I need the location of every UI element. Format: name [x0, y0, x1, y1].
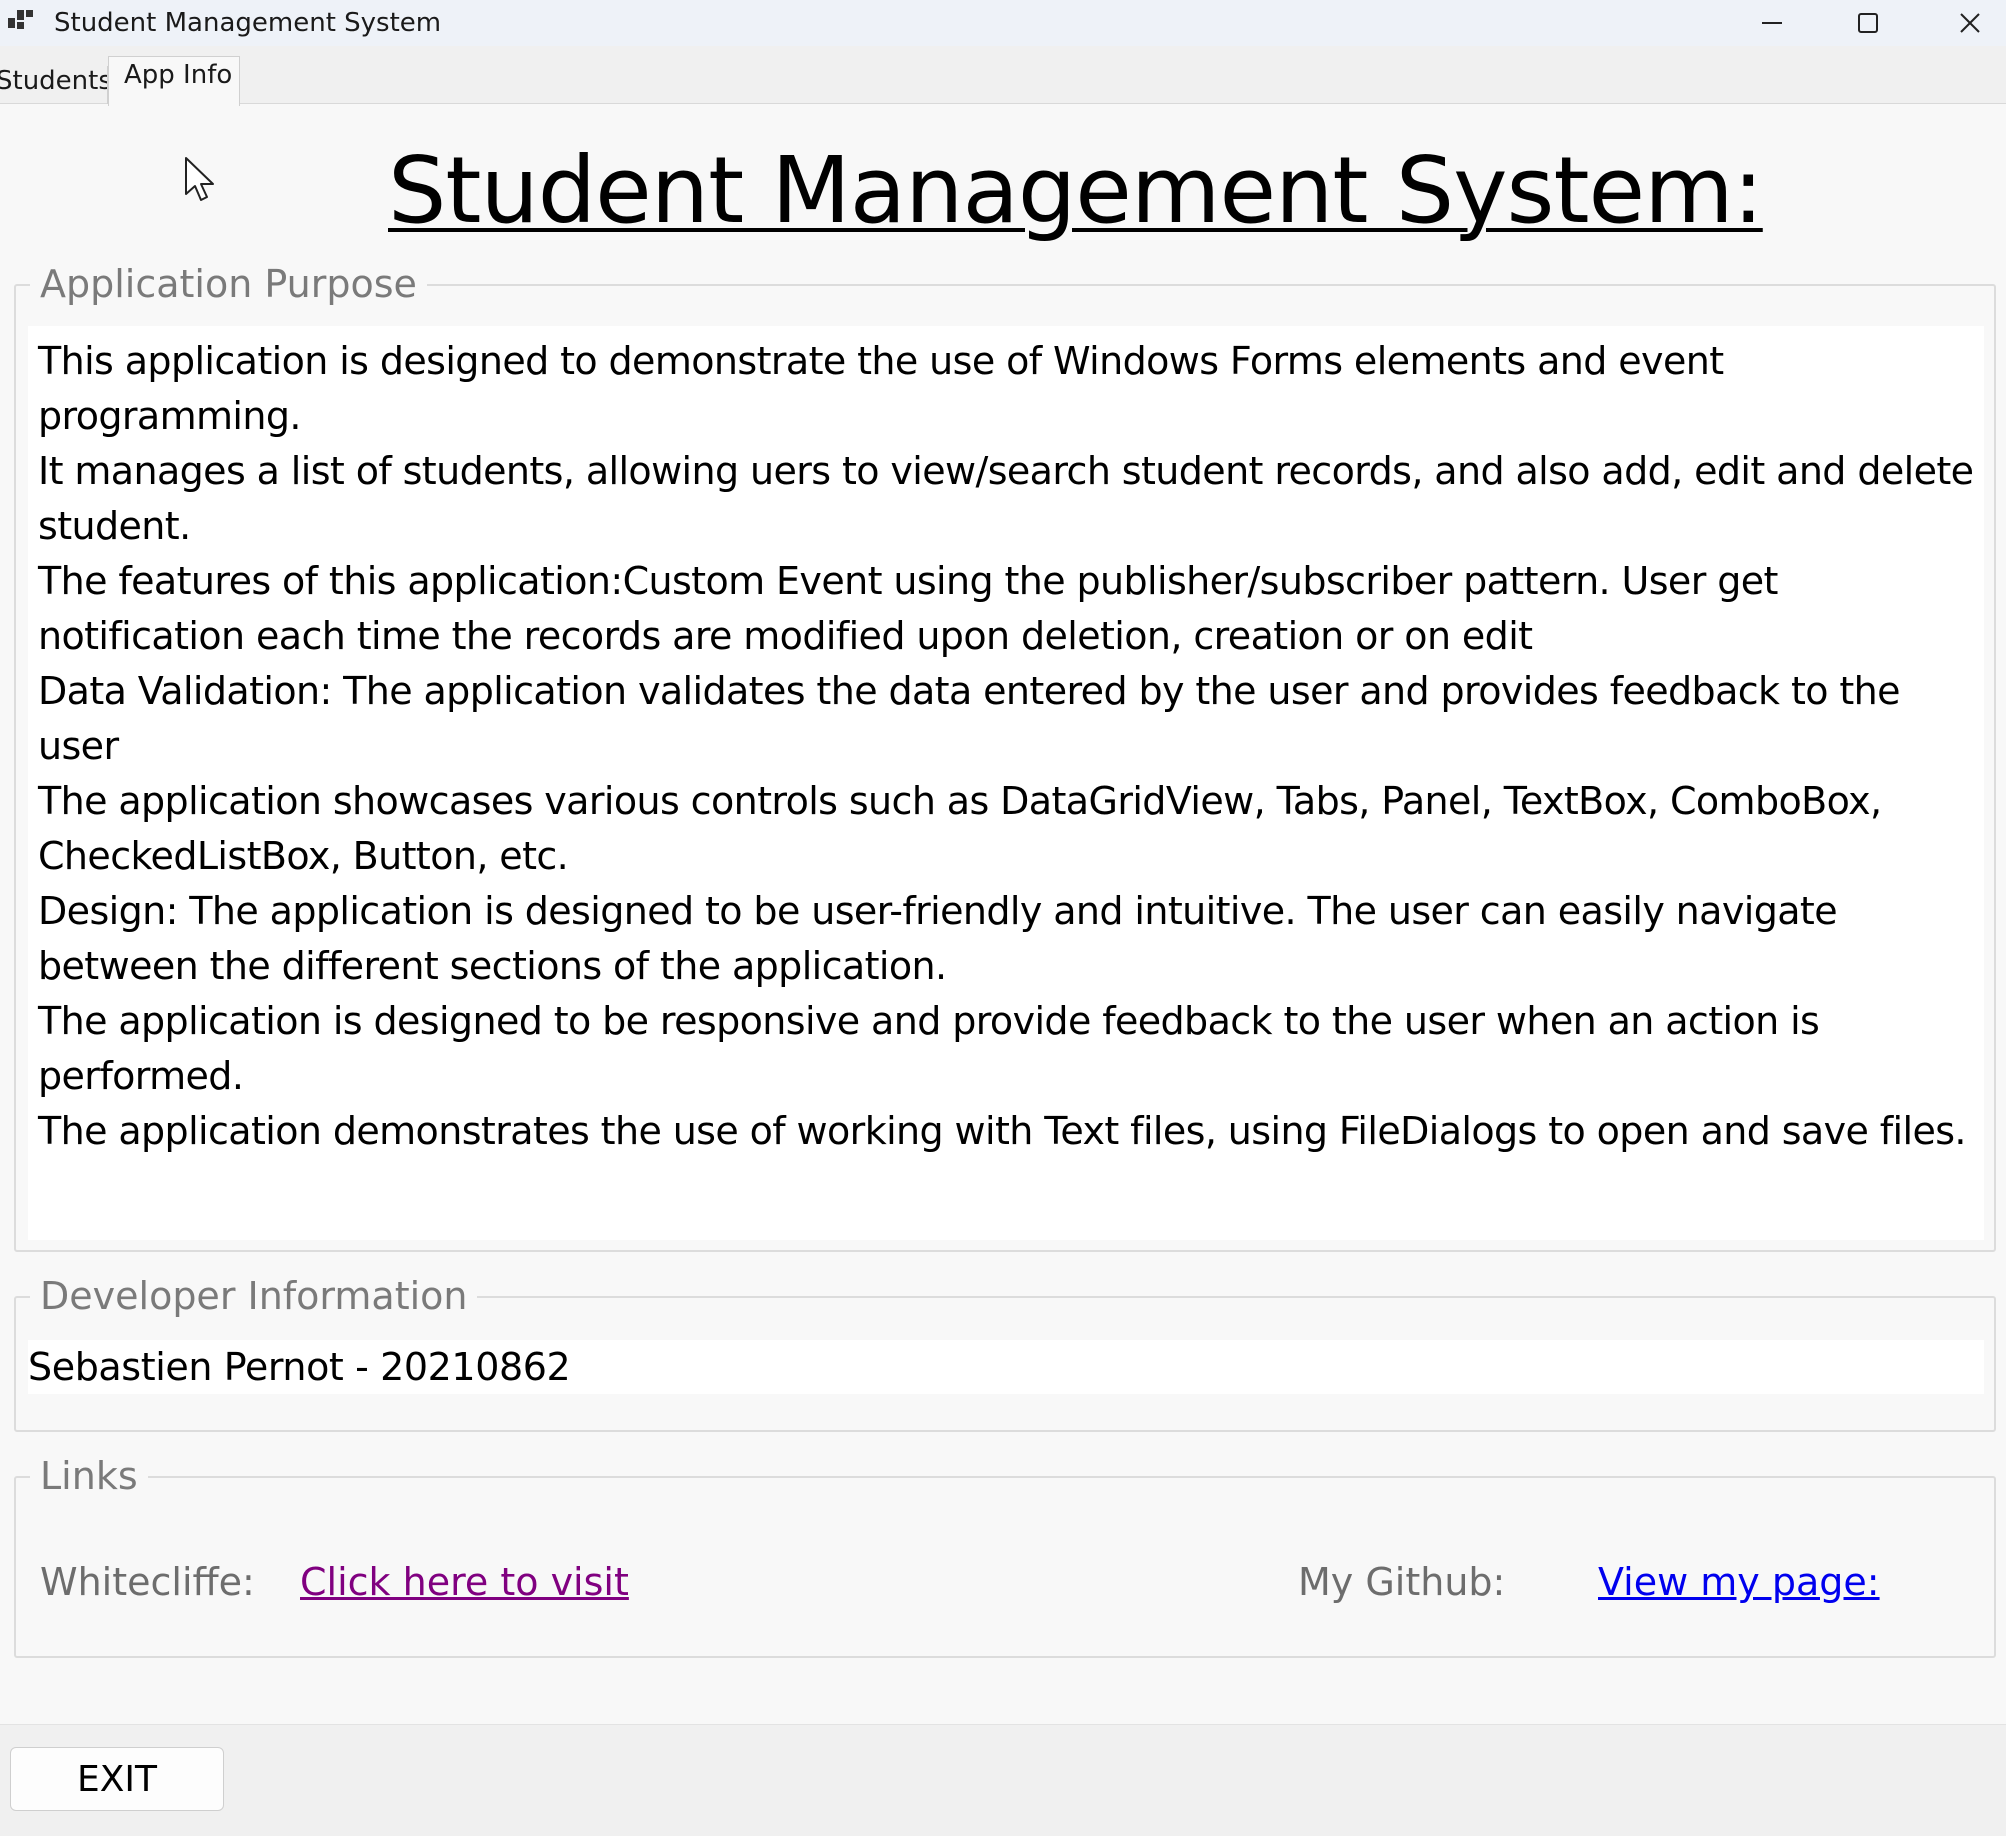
purpose-line: notification each time the records are m…	[38, 614, 1533, 658]
app-window: Student Management System Students App I…	[0, 0, 2006, 1836]
application-purpose-textbox[interactable]: This application is designed to demonstr…	[28, 326, 1984, 1240]
tab-students[interactable]: Students	[0, 66, 108, 104]
maximize-button[interactable]	[1818, 0, 1918, 46]
application-purpose-legend: Application Purpose	[30, 262, 427, 306]
title-bar[interactable]: Student Management System	[0, 0, 2006, 46]
minimize-button[interactable]	[1722, 0, 1822, 46]
purpose-line: between the different sections of the ap…	[38, 944, 947, 988]
tab-app-info[interactable]: App Info	[108, 56, 240, 106]
developer-info-field[interactable]: Sebastien Pernot - 20210862	[28, 1340, 1984, 1394]
purpose-line: Design: The application is designed to b…	[38, 889, 1838, 933]
purpose-line: Data Validation: The application validat…	[38, 669, 1901, 713]
purpose-line: It manages a list of students, allowing …	[38, 449, 1974, 493]
developer-information-legend: Developer Information	[30, 1274, 478, 1318]
purpose-line: The application is designed to be respon…	[38, 999, 1820, 1043]
mouse-cursor-icon	[185, 157, 214, 201]
links-legend: Links	[30, 1454, 148, 1498]
github-label: My Github:	[1298, 1560, 1506, 1604]
purpose-line: user	[38, 724, 119, 768]
purpose-line: CheckedListBox, Button, etc.	[38, 834, 569, 878]
maximize-icon	[1858, 13, 1878, 33]
window-title: Student Management System	[54, 8, 442, 38]
github-link[interactable]: View my page:	[1598, 1560, 1880, 1604]
minimize-icon	[1762, 22, 1782, 24]
purpose-line: student.	[38, 504, 191, 548]
bottom-bar: EXIT	[0, 1724, 2006, 1836]
developer-information-group: Developer Information Sebastien Pernot -…	[14, 1274, 1996, 1432]
application-purpose-group: Application Purpose This application is …	[14, 262, 1996, 1252]
exit-button[interactable]: EXIT	[10, 1747, 224, 1811]
tab-students-label: Students	[0, 66, 108, 96]
purpose-line: programming.	[38, 394, 301, 438]
purpose-line: performed.	[38, 1054, 244, 1098]
whitecliffe-link[interactable]: Click here to visit	[300, 1560, 629, 1604]
close-button[interactable]	[1920, 0, 2006, 46]
purpose-line: This application is designed to demonstr…	[38, 339, 1724, 383]
links-group: Links Whitecliffe: Click here to visit M…	[14, 1454, 1996, 1658]
close-icon	[1960, 13, 1980, 33]
purpose-line: The application showcases various contro…	[38, 779, 1882, 823]
whitecliffe-label: Whitecliffe:	[40, 1560, 255, 1604]
purpose-line: The application demonstrates the use of …	[38, 1109, 1967, 1153]
tab-app-info-label: App Info	[124, 60, 233, 90]
purpose-line: The features of this application:Custom …	[38, 559, 1778, 603]
app-icon	[8, 10, 33, 29]
page-title: Student Management System:	[388, 137, 1764, 244]
tab-strip: Students App Info	[0, 46, 2006, 106]
